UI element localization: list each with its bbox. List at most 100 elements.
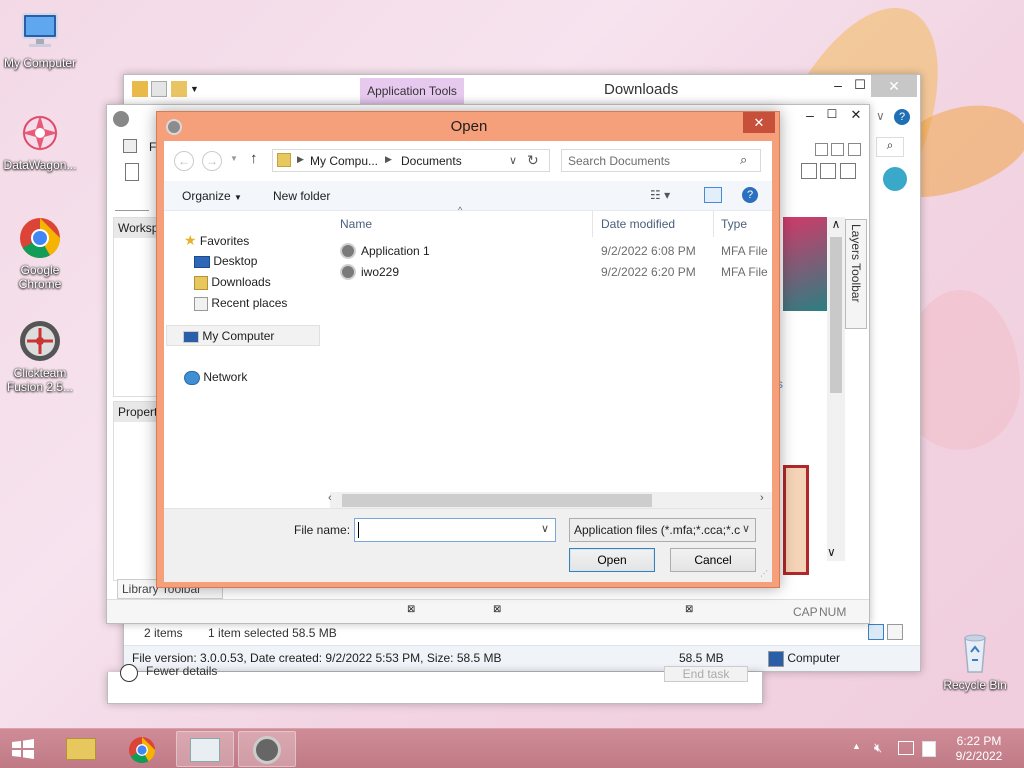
address-bar[interactable]: ▶ My Compu... ▶ Documents ∨ ↻	[272, 149, 550, 172]
scroll-left-icon[interactable]: ‹	[328, 492, 332, 504]
properties-icon[interactable]	[151, 81, 168, 97]
nav-downloads[interactable]: Downloads	[194, 272, 271, 292]
back-button[interactable]: ←	[174, 151, 194, 171]
quick-access-toolbar[interactable]: ▼	[132, 81, 222, 99]
expand-ribbon-icon[interactable]: ∨	[876, 109, 885, 123]
desktop-icon-google-chrome[interactable]: Google Chrome	[0, 215, 80, 291]
file-name: iwo229	[361, 265, 400, 279]
open-button[interactable]: Open	[569, 548, 655, 572]
end-task-button[interactable]: End task	[664, 666, 748, 682]
new-document-icon[interactable]	[125, 163, 139, 181]
clock[interactable]: 6:22 PM 9/2/2022	[950, 734, 1008, 764]
desktop-icon-clickteam-fusion[interactable]: Clickteam Fusion 2.5...	[0, 318, 80, 394]
network-status-icon[interactable]	[898, 741, 914, 755]
scroll-down-icon[interactable]: ∨	[827, 545, 836, 559]
fusion-close-button[interactable]: ✕	[843, 107, 869, 127]
file-row[interactable]: iwo229 9/2/2022 6:20 PM MFA File	[330, 262, 770, 282]
fewer-details-icon[interactable]	[120, 664, 138, 682]
file-date: 9/2/2022 6:08 PM	[601, 244, 696, 258]
file-type-select[interactable]: Application files (*.mfa;*.cca;*.c ∨	[569, 518, 756, 542]
forward-button[interactable]: →	[202, 151, 222, 171]
folder-icon	[277, 153, 291, 167]
fusion-toolbar-globe-icon[interactable]	[883, 167, 907, 191]
chevron-down-icon[interactable]: ∨	[541, 522, 549, 535]
preview-pane-icon[interactable]	[704, 187, 722, 203]
search-icon[interactable]: ⌕	[740, 152, 747, 168]
file-row[interactable]: Application 1 9/2/2022 6:08 PM MFA File	[330, 241, 770, 261]
nav-favorites[interactable]: ★ Favorites	[184, 230, 249, 250]
desktop-icon	[194, 255, 210, 268]
organize-button[interactable]: Organize ▼	[182, 189, 242, 203]
help-icon[interactable]: ?	[742, 187, 758, 203]
refresh-icon[interactable]: ↻	[527, 152, 539, 169]
column-type[interactable]: Type	[721, 211, 781, 237]
navigation-pane[interactable]: ★ Favorites Desktop Downloads Recent pla…	[164, 213, 330, 501]
file-name-input[interactable]: ∨	[354, 518, 556, 542]
column-date-modified[interactable]: Date modified	[601, 211, 711, 237]
chevron-down-icon[interactable]: ∨	[509, 154, 517, 167]
cancel-button[interactable]: Cancel	[670, 548, 756, 572]
recent-locations-icon[interactable]: ▼	[230, 154, 238, 163]
view-switch[interactable]	[868, 624, 912, 642]
dialog-close-button[interactable]: ✕	[743, 112, 775, 133]
nav-desktop[interactable]: Desktop	[194, 251, 257, 271]
column-divider[interactable]	[592, 211, 593, 237]
breadcrumb-my-computer[interactable]: My Compu...	[310, 154, 378, 168]
fusion-maximize-button[interactable]: ☐	[821, 107, 843, 127]
view-options-icon[interactable]: ☷ ▾	[650, 188, 670, 202]
up-button[interactable]: ↑	[250, 150, 258, 167]
fewer-details-link[interactable]: Fewer details	[146, 664, 217, 678]
scroll-right-icon[interactable]: ›	[760, 492, 764, 504]
new-folder-icon[interactable]	[170, 81, 187, 97]
desktop-icon-datawagon[interactable]: DataWagon...	[0, 110, 80, 172]
frame-scrollbar[interactable]: ∧	[827, 217, 845, 561]
new-folder-button[interactable]: New folder	[273, 189, 330, 203]
properties-panel[interactable]: Propert	[113, 401, 159, 581]
file-list[interactable]: Name ^ Date modified Type Application 1 …	[328, 205, 772, 513]
layers-toolbar-tab[interactable]: Layers Toolbar	[845, 219, 867, 329]
workspace-panel[interactable]: Workspa	[113, 217, 165, 397]
scrollbar-thumb[interactable]	[342, 494, 652, 507]
desktop-icon-recycle-bin[interactable]: Recycle Bin	[935, 630, 1015, 692]
taskbar-task-manager[interactable]	[176, 731, 234, 767]
ribbon-context-tab[interactable]: Application Tools	[360, 78, 464, 105]
search-input[interactable]: Search Documents	[568, 154, 670, 168]
taskbar-chrome[interactable]	[114, 731, 172, 767]
large-icons-view-icon[interactable]	[887, 624, 904, 640]
monitor-icon	[17, 8, 63, 54]
help-icon[interactable]: ?	[894, 109, 910, 125]
start-button[interactable]	[8, 737, 40, 761]
chevron-down-icon[interactable]: ∨	[742, 522, 751, 535]
nav-my-computer[interactable]: My Computer	[166, 325, 320, 346]
mdi-controls[interactable]	[815, 143, 863, 157]
chevron-down-icon[interactable]: ▼	[190, 84, 199, 94]
close-button[interactable]: ✕	[871, 75, 917, 97]
open-dialog[interactable]: Open ✕ ← → ▼ ↑ ▶ My Compu... ▶ Documents…	[156, 111, 780, 588]
dialog-body[interactable]: ← → ▼ ↑ ▶ My Compu... ▶ Documents ∨ ↻ Se…	[164, 141, 772, 582]
search-box[interactable]: Search Documents ⌕	[561, 149, 761, 172]
horizontal-scrollbar[interactable]: ‹ ›	[328, 492, 772, 509]
show-hidden-icons[interactable]: ▲	[852, 741, 861, 751]
volume-muted-icon[interactable]: 🔇︎	[874, 740, 882, 756]
maximize-button[interactable]: ☐	[848, 77, 872, 99]
nav-network[interactable]: Network	[184, 367, 247, 387]
desktop-icon-my-computer[interactable]: My Computer	[0, 8, 80, 70]
explorer-status-bar: 2 items 1 item selected 58.5 MB	[130, 621, 864, 643]
taskbar-file-explorer[interactable]	[52, 731, 110, 767]
explorer-titlebar[interactable]: ▼ Application Tools Downloads – ☐ ✕	[124, 75, 920, 105]
resize-grip[interactable]: ⋰	[760, 569, 768, 578]
task-manager-window[interactable]: Fewer details End task	[107, 664, 763, 704]
action-center-icon[interactable]	[922, 741, 936, 757]
breadcrumb-documents[interactable]: Documents	[401, 154, 462, 168]
minimize-button[interactable]: –	[826, 77, 850, 99]
nav-label: My Computer	[202, 329, 275, 343]
search-icon[interactable]: ⌕	[876, 137, 904, 157]
taskbar-clickteam-fusion[interactable]	[238, 731, 296, 767]
column-name[interactable]: Name	[340, 211, 596, 237]
details-view-icon[interactable]	[868, 624, 884, 640]
nav-recent-places[interactable]: Recent places	[194, 293, 287, 313]
fusion-minimize-button[interactable]: –	[799, 107, 821, 127]
clickteam-icon	[17, 318, 63, 364]
column-divider[interactable]	[713, 211, 714, 237]
toolbar-icons-right[interactable]	[801, 163, 861, 183]
